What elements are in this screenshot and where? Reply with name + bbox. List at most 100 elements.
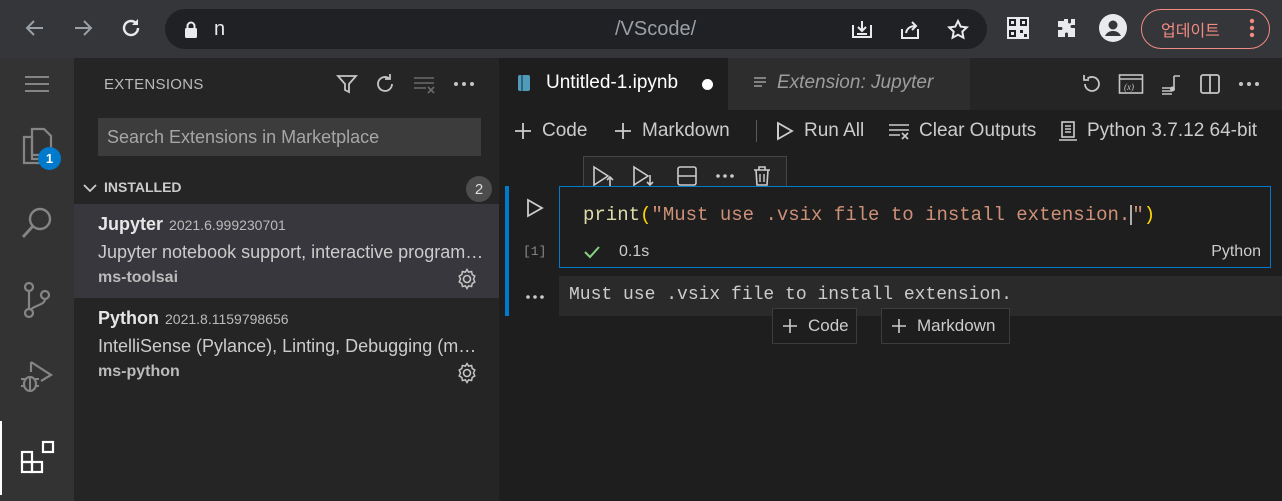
plus-icon: [515, 123, 531, 139]
extensions-search-input[interactable]: [98, 118, 481, 156]
split-editor-button[interactable]: [1197, 71, 1223, 97]
hamburger-icon: [25, 76, 49, 92]
run-all-button[interactable]: Run All: [775, 117, 864, 145]
extension-item-python[interactable]: Python 2021.8.1159798656 IntelliSense (Py…: [74, 298, 499, 392]
variables-button[interactable]: (x): [1118, 71, 1144, 97]
installed-section-header[interactable]: INSTALLED 2: [74, 176, 499, 202]
arrow-right-icon: [75, 20, 93, 36]
gear-icon: [458, 268, 476, 290]
more-actions-button[interactable]: [451, 71, 477, 97]
source-control-button[interactable]: [0, 263, 74, 337]
more-horizontal-icon: [454, 82, 474, 86]
notebook-file-icon: [516, 73, 532, 98]
manage-extension-button[interactable]: [455, 267, 479, 291]
clear-all-icon: [889, 124, 909, 140]
manage-extension-button[interactable]: [455, 361, 479, 385]
insert-markdown-cell-button[interactable]: Markdown: [881, 308, 1010, 344]
trash-icon: [754, 166, 770, 186]
run-debug-button[interactable]: [0, 340, 74, 414]
address-bar[interactable]: n /VScode/: [165, 9, 987, 49]
execution-duration: 0.1s: [619, 243, 650, 260]
insert-code-cell-button[interactable]: Code: [772, 308, 857, 344]
clear-outputs-label: Clear Outputs: [919, 120, 1037, 141]
sidebar-title: EXTENSIONS: [104, 76, 204, 93]
plus-icon: [615, 123, 631, 139]
add-code-label: Code: [542, 120, 588, 141]
refresh-button[interactable]: [372, 71, 398, 97]
explorer-button[interactable]: [0, 109, 74, 183]
search-view-button[interactable]: [0, 186, 74, 260]
clear-outputs-button[interactable]: Clear Outputs: [888, 117, 1036, 145]
clear-results-button[interactable]: [411, 71, 437, 97]
notebook-editor: Untitled-1.ipynb Extension: Jupyter (x): [499, 58, 1282, 501]
reload-button[interactable]: [116, 13, 146, 43]
editor-more-button[interactable]: [1236, 71, 1262, 97]
run-below-icon: [633, 165, 654, 187]
cell-language-picker[interactable]: Python: [1211, 243, 1261, 261]
more-horizontal-icon: [1239, 82, 1259, 86]
search-icon: [21, 207, 52, 238]
qr-code-button[interactable]: [1004, 14, 1032, 42]
check-icon: [584, 246, 600, 259]
kernel-label: Python 3.7.12 64-bit: [1087, 120, 1258, 141]
plus-icon: [783, 319, 797, 333]
code-function: print: [583, 204, 641, 226]
kernel-picker-button[interactable]: Python 3.7.12 64-bit: [1058, 117, 1257, 145]
execute-cell-button[interactable]: [522, 195, 548, 221]
lock-icon: [184, 21, 198, 43]
add-markdown-cell-button[interactable]: Markdown: [613, 117, 730, 145]
restart-kernel-button[interactable]: [1079, 71, 1105, 97]
update-label: 업데이트: [1161, 23, 1220, 40]
plus-icon: [892, 319, 906, 333]
bookmark-button[interactable]: [945, 17, 971, 43]
output-more-button[interactable]: [522, 284, 548, 310]
extensions-sidebar: EXTENSIONS INSTALLED 2 Jupyter 2021.6.999…: [74, 58, 499, 501]
run-above-icon: [593, 165, 614, 187]
tab-extension-jupyter[interactable]: Extension: Jupyter: [728, 58, 970, 110]
extension-item-jupyter[interactable]: Jupyter 2021.6.999230701 Jupyter notebook…: [74, 204, 499, 298]
unsaved-dot-icon[interactable]: [702, 79, 713, 90]
qr-code-icon: [1007, 17, 1029, 39]
puzzle-icon: [1058, 19, 1075, 37]
extension-description: IntelliSense (Pylance), Linting, Debuggi…: [98, 336, 486, 356]
tab-untitled-notebook[interactable]: Untitled-1.ipynb: [499, 58, 728, 110]
extensions-view-button[interactable]: [0, 421, 74, 495]
extensions-button[interactable]: [1052, 14, 1080, 42]
extension-name-row: Jupyter 2021.6.999230701: [98, 214, 286, 235]
back-button[interactable]: [20, 13, 50, 43]
toolbar-separator: [756, 120, 757, 142]
code-line[interactable]: print("Must use .vsix file to install ex…: [583, 204, 1155, 226]
split-cell-icon: [677, 166, 697, 186]
url-path: /VScode/: [615, 18, 697, 40]
share-button[interactable]: [897, 17, 923, 43]
forward-button[interactable]: [68, 13, 98, 43]
install-app-button[interactable]: [849, 17, 875, 43]
reload-icon: [122, 19, 140, 37]
outline-icon: [1162, 75, 1180, 95]
gear-icon: [458, 362, 476, 384]
code-string: "Must use .vsix file to install extensio…: [651, 204, 1131, 226]
cell-focus-indicator: [505, 186, 509, 316]
code-cell-editor[interactable]: print("Must use .vsix file to install ex…: [559, 186, 1271, 268]
add-code-cell-button[interactable]: Code: [513, 117, 587, 145]
section-label: INSTALLED: [104, 179, 182, 195]
more-horizontal-icon: [716, 174, 734, 178]
extension-version: 2021.6.999230701: [169, 217, 286, 233]
extension-name: Python: [98, 308, 159, 328]
run-all-icon: [777, 121, 794, 141]
preview-icon: [752, 75, 768, 96]
extension-version: 2021.8.1159798656: [165, 311, 289, 327]
extension-name-row: Python 2021.8.1159798656: [98, 308, 289, 329]
source-control-icon: [23, 281, 51, 319]
update-button[interactable]: 업데이트: [1141, 9, 1270, 49]
split-editor-icon: [1200, 74, 1220, 94]
filter-button[interactable]: [334, 71, 360, 97]
code-paren-close: ): [1143, 204, 1156, 226]
url-text: n: [214, 18, 226, 40]
outline-button[interactable]: [1158, 71, 1184, 97]
star-icon: [946, 18, 970, 40]
restart-icon: [1083, 75, 1100, 92]
extension-publisher: ms-toolsai: [98, 269, 179, 286]
installed-count-badge: 2: [466, 176, 492, 202]
profile-button[interactable]: [1099, 14, 1127, 42]
